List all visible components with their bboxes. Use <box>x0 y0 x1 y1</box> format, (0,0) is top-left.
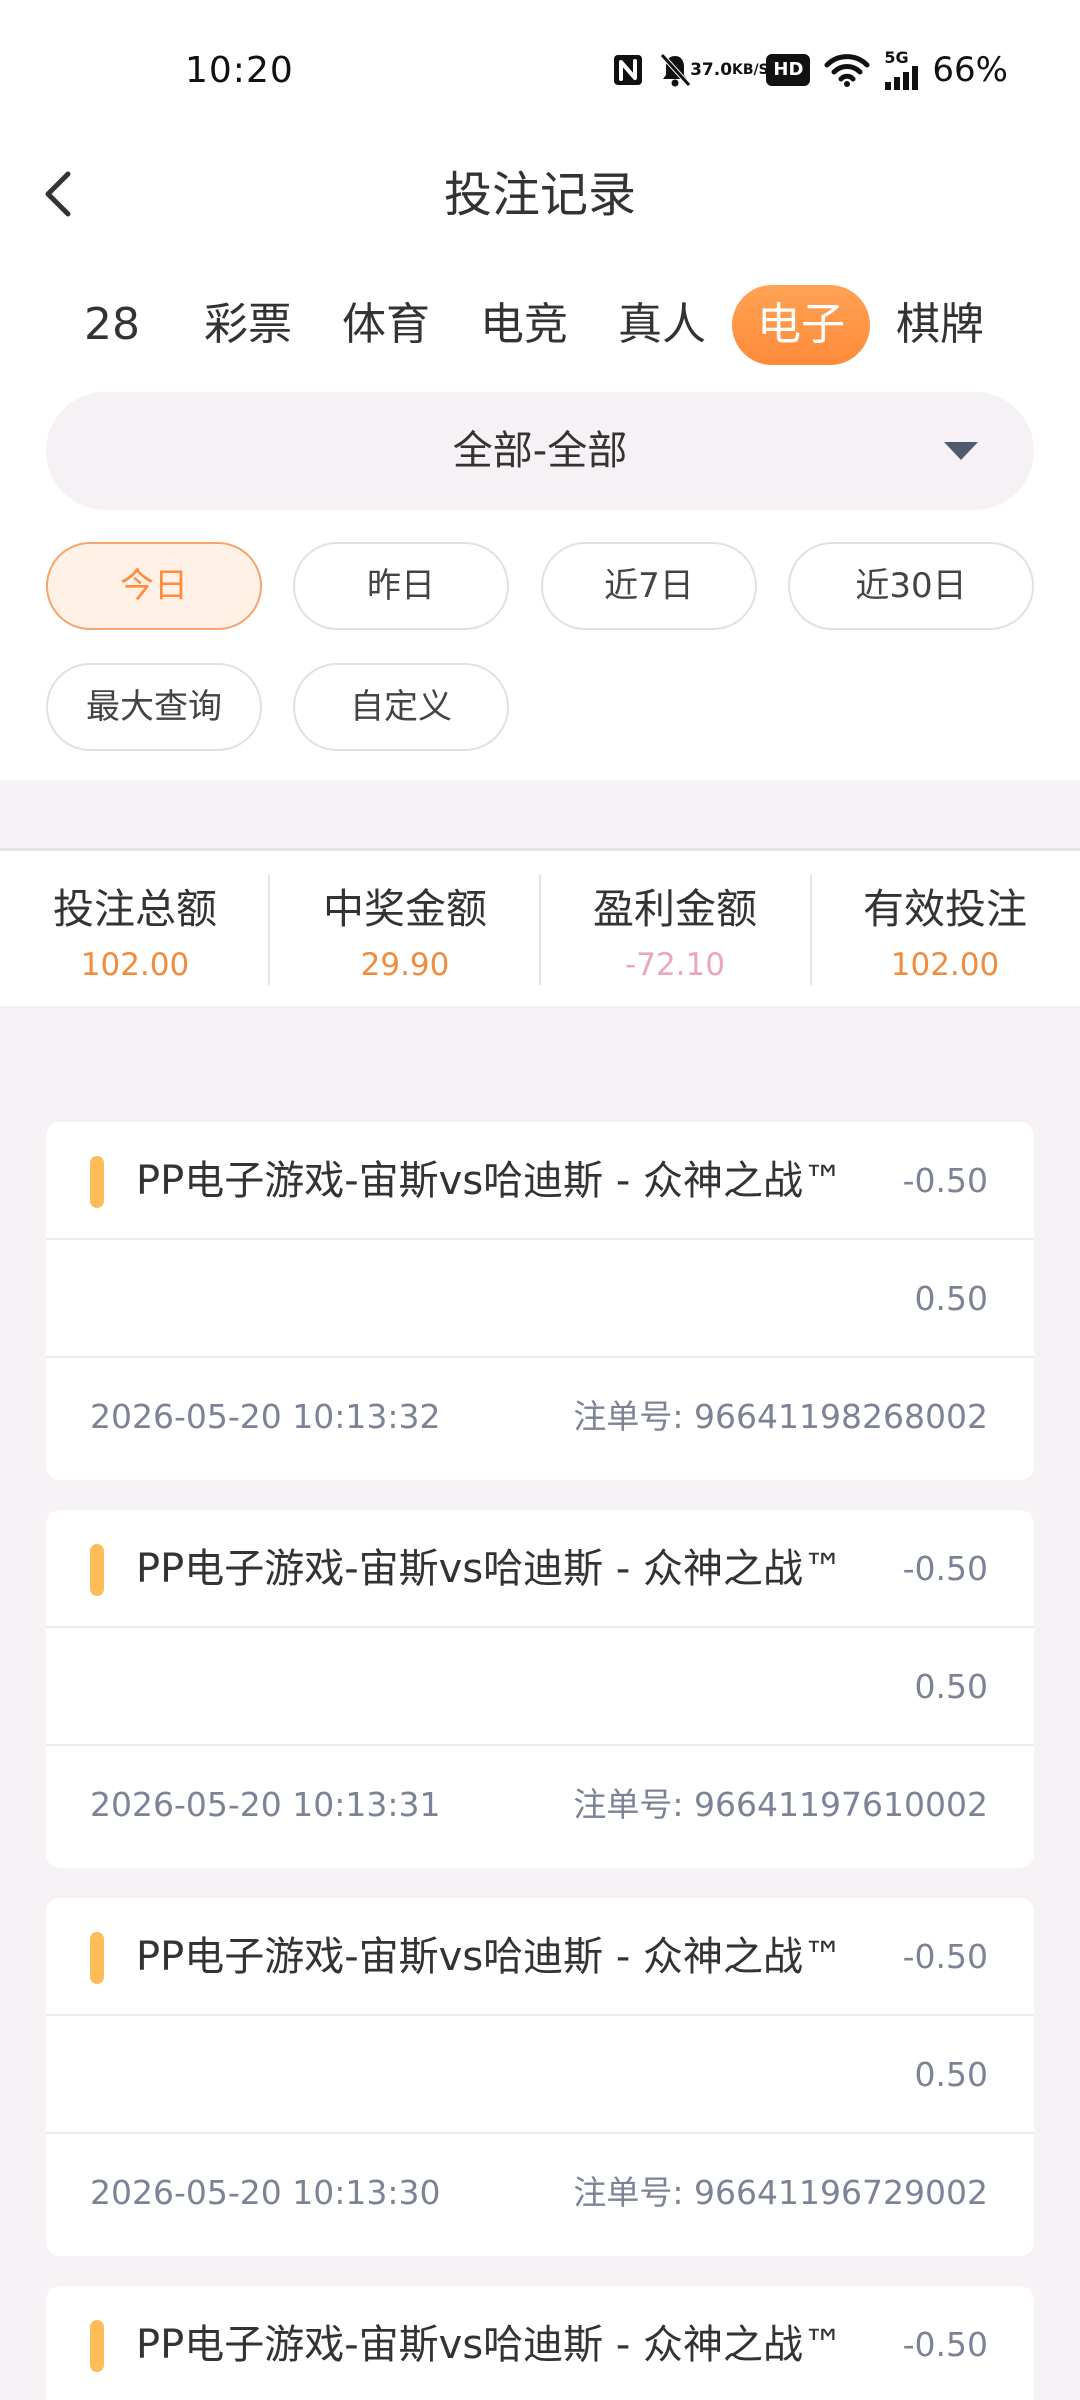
card-amount-row: 0.50 <box>46 1240 1034 1358</box>
bet-amount: 0.50 <box>914 1667 988 1706</box>
summary-bar: 投注总额 102.00 中奖金额 29.90 盈利金额 -72.10 有效投注 … <box>0 848 1080 1006</box>
summary-label: 盈利金额 <box>593 885 757 933</box>
summary-winnings: 中奖金额 29.90 <box>270 851 540 1009</box>
summary-value: 102.00 <box>890 947 1000 983</box>
signal-label: 5G <box>884 48 909 67</box>
card-meta-row: 2026-05-20 10:13:32 注单号: 96641198268002 <box>46 1358 1034 1476</box>
order-number: 注单号: 96641197610002 <box>573 1785 988 1824</box>
game-title: PP电子游戏-宙斯vs哈迪斯 - 众神之战™ <box>136 1158 844 1204</box>
bet-time: 2026-05-20 10:13:31 <box>90 1785 441 1824</box>
bet-record-card[interactable]: PP电子游戏-宙斯vs哈迪斯 - 众神之战™ -0.50 <box>46 2286 1034 2400</box>
bet-record-card[interactable]: PP电子游戏-宙斯vs哈迪斯 - 众神之战™ -0.50 0.50 2026-0… <box>46 1510 1034 1868</box>
accent-bar <box>90 1544 104 1596</box>
accent-bar <box>90 1156 104 1208</box>
caret-down-icon <box>944 442 978 460</box>
net-speed: 37.0 KB/S <box>690 59 769 80</box>
card-meta-row: 2026-05-20 10:13:31 注单号: 96641197610002 <box>46 1746 1034 1864</box>
nfc-icon <box>612 50 644 90</box>
profit-amount: -0.50 <box>902 1937 988 1976</box>
tab-28[interactable]: 28 <box>56 285 168 365</box>
summary-label: 投注总额 <box>53 885 217 933</box>
summary-value: 102.00 <box>80 947 190 983</box>
summary-total-bet: 投注总额 102.00 <box>0 851 270 1009</box>
card-title-row: PP电子游戏-宙斯vs哈迪斯 - 众神之战™ -0.50 <box>46 2286 1034 2400</box>
tab-lottery[interactable]: 彩票 <box>190 285 306 365</box>
summary-value: 29.90 <box>360 947 450 983</box>
page-title: 投注记录 <box>443 167 636 223</box>
date-filter-max-range[interactable]: 最大查询 <box>46 663 262 751</box>
card-title-row: PP电子游戏-宙斯vs哈迪斯 - 众神之战™ -0.50 <box>46 1122 1034 1240</box>
summary-label: 中奖金额 <box>323 885 487 933</box>
card-title-row: PP电子游戏-宙斯vs哈迪斯 - 众神之战™ -0.50 <box>46 1898 1034 2016</box>
hd-badge: HD <box>766 50 811 90</box>
tab-esports[interactable]: 电竞 <box>466 285 582 365</box>
wifi-icon <box>824 50 870 90</box>
tab-sports[interactable]: 体育 <box>328 285 444 365</box>
bet-time: 2026-05-20 10:13:32 <box>90 1397 441 1436</box>
bet-amount: 0.50 <box>914 2055 988 2094</box>
status-bar: 10:20 37.0 KB/S HD 5G 66% <box>0 0 1080 140</box>
card-meta-row: 2026-05-20 10:13:30 注单号: 96641196729002 <box>46 2134 1034 2252</box>
profit-amount: -0.50 <box>902 1161 988 1200</box>
card-title-row: PP电子游戏-宙斯vs哈迪斯 - 众神之战™ -0.50 <box>46 1510 1034 1628</box>
summary-value: -72.10 <box>625 947 725 983</box>
type-filter-value: 全部-全部 <box>452 428 628 474</box>
order-number: 注单号: 96641198268002 <box>573 1397 988 1436</box>
bet-time: 2026-05-20 10:13:30 <box>90 2173 441 2212</box>
card-amount-row: 0.50 <box>46 2016 1034 2134</box>
bet-amount: 0.50 <box>914 1279 988 1318</box>
order-number: 注单号: 96641196729002 <box>573 2173 988 2212</box>
game-title: PP电子游戏-宙斯vs哈迪斯 - 众神之战™ <box>136 1934 844 1980</box>
card-amount-row: 0.50 <box>46 1628 1034 1746</box>
profit-amount: -0.50 <box>902 1549 988 1588</box>
accent-bar <box>90 2320 104 2372</box>
category-tabs: 28 彩票 体育 电竞 真人 电子 棋牌 <box>0 280 1080 370</box>
game-title: PP电子游戏-宙斯vs哈迪斯 - 众神之战™ <box>136 2322 844 2368</box>
cell-signal-icon: 5G <box>884 48 919 90</box>
tab-live-casino[interactable]: 真人 <box>604 285 720 365</box>
header: 投注记录 <box>0 140 1080 250</box>
summary-profit: 盈利金额 -72.10 <box>540 851 810 1009</box>
date-filter-custom[interactable]: 自定义 <box>293 663 509 751</box>
mute-bell-icon <box>658 50 692 90</box>
bet-record-card[interactable]: PP电子游戏-宙斯vs哈迪斯 - 众神之战™ -0.50 0.50 2026-0… <box>46 1122 1034 1480</box>
status-icons: 37.0 KB/S HD 5G 66% <box>612 48 1008 92</box>
date-filter-yesterday[interactable]: 昨日 <box>293 542 509 630</box>
tab-chess-cards[interactable]: 棋牌 <box>882 285 998 365</box>
summary-label: 有效投注 <box>863 885 1027 933</box>
status-time: 10:20 <box>185 50 294 91</box>
date-filter-7days[interactable]: 近7日 <box>541 542 757 630</box>
date-filter-today[interactable]: 今日 <box>46 542 262 630</box>
date-filter-30days[interactable]: 近30日 <box>788 542 1034 630</box>
summary-valid-bet: 有效投注 102.00 <box>810 851 1080 1009</box>
accent-bar <box>90 1932 104 1984</box>
tab-electronic[interactable]: 电子 <box>732 285 870 365</box>
type-filter-dropdown[interactable]: 全部-全部 <box>46 392 1034 510</box>
battery-level: 66% <box>932 50 1008 90</box>
game-title: PP电子游戏-宙斯vs哈迪斯 - 众神之战™ <box>136 1546 844 1592</box>
profit-amount: -0.50 <box>902 2325 988 2364</box>
bet-record-card[interactable]: PP电子游戏-宙斯vs哈迪斯 - 众神之战™ -0.50 0.50 2026-0… <box>46 1898 1034 2256</box>
